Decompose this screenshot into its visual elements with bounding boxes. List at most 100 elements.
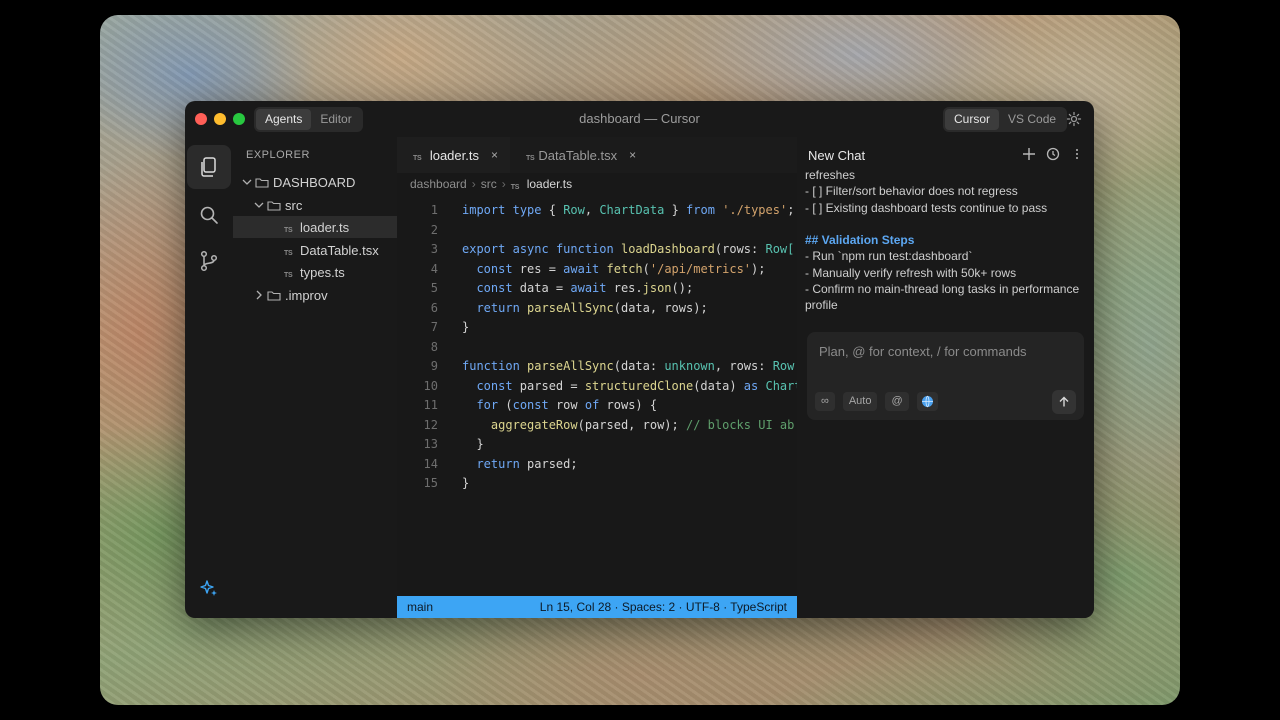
line-number: 7 bbox=[430, 320, 438, 334]
folder-icon bbox=[267, 200, 281, 211]
breadcrumb-root[interactable]: dashboard bbox=[410, 177, 467, 191]
tree-file-types[interactable]: TS types.ts bbox=[233, 261, 397, 283]
status-info[interactable]: Ln 15, Col 28 · Spaces: 2 · UTF-8 · Type… bbox=[540, 600, 787, 614]
chat-title: New Chat bbox=[808, 148, 866, 163]
editor-tabs: TS loader.ts × TS DataTable.tsx × bbox=[397, 137, 797, 173]
line-number: 5 bbox=[430, 281, 438, 295]
code-token: of bbox=[584, 398, 600, 412]
cursor-mode-button[interactable]: Cursor bbox=[945, 109, 1000, 130]
code-token: , rows: bbox=[714, 359, 773, 373]
code-token: unknown bbox=[664, 359, 715, 373]
tab-label: DataTable.tsx bbox=[538, 147, 618, 163]
chat-line: - [ ] Existing dashboard tests continue … bbox=[805, 200, 1048, 215]
agents-mode-button[interactable]: Agents bbox=[256, 109, 312, 130]
line-number: 11 bbox=[423, 398, 438, 412]
tree-folder-src[interactable]: src bbox=[233, 194, 397, 216]
plus-icon[interactable] bbox=[1022, 147, 1036, 161]
chat-line: - Confirm no main-thread long tasks in p… bbox=[805, 282, 1080, 313]
status-bar: main Ln 15, Col 28 · Spaces: 2 · UTF-8 ·… bbox=[397, 596, 797, 618]
history-icon[interactable] bbox=[1046, 147, 1060, 161]
close-icon[interactable]: × bbox=[629, 148, 636, 162]
git-branch[interactable]: main bbox=[407, 600, 433, 614]
tree-file-loader[interactable]: TS loader.ts bbox=[233, 216, 397, 238]
code-token: ; bbox=[787, 203, 795, 217]
breadcrumb-separator: › bbox=[501, 177, 506, 191]
mention-button[interactable]: @ bbox=[885, 392, 909, 411]
search-icon[interactable] bbox=[187, 193, 231, 237]
code-token: } bbox=[462, 476, 470, 490]
chevron-down-icon bbox=[254, 202, 264, 208]
model-auto-button[interactable]: Auto bbox=[842, 392, 878, 411]
globe-icon[interactable] bbox=[916, 392, 938, 411]
title-bar: Agents Editor dashboard — Cursor Cursor … bbox=[185, 101, 1094, 137]
close-window-button[interactable] bbox=[195, 113, 207, 125]
tree-file-datatable[interactable]: TS DataTable.tsx bbox=[233, 239, 397, 261]
mode-switch: Agents Editor bbox=[254, 107, 363, 132]
code-editor: TS loader.ts × TS DataTable.tsx × dashbo… bbox=[397, 137, 797, 618]
editor-mode-button[interactable]: Editor bbox=[311, 109, 360, 130]
code-token: rows) { bbox=[599, 398, 658, 412]
tree-label: types.ts bbox=[300, 264, 345, 280]
line-number: 6 bbox=[430, 300, 438, 315]
zoom-window-button[interactable] bbox=[233, 113, 245, 125]
line-number: 9 bbox=[430, 359, 438, 373]
code-token: res. bbox=[606, 281, 643, 295]
chevron-down-icon bbox=[242, 179, 252, 185]
code-token: } bbox=[664, 203, 687, 217]
breadcrumb-folder[interactable]: src bbox=[481, 177, 497, 191]
code-area[interactable]: 1 import type { Row, ChartData } from './… bbox=[397, 201, 797, 591]
code-token: function bbox=[462, 359, 520, 373]
tab-loader-ts[interactable]: TS loader.ts × bbox=[397, 137, 510, 173]
gear-icon[interactable] bbox=[1065, 110, 1083, 128]
code-token: async bbox=[512, 242, 549, 256]
code-token: json bbox=[642, 281, 672, 295]
code-token: '/api/metrics' bbox=[649, 261, 752, 276]
source-control-icon[interactable] bbox=[187, 239, 231, 283]
code-token: data = bbox=[512, 281, 571, 295]
chat-input[interactable]: Plan, @ for context, / for commands ∞ Au… bbox=[807, 332, 1084, 420]
code-token: await bbox=[563, 261, 600, 276]
tab-label: loader.ts bbox=[429, 147, 479, 163]
minimize-window-button[interactable] bbox=[214, 113, 226, 125]
line-number: 1 bbox=[430, 203, 438, 217]
vscode-mode-button[interactable]: VS Code bbox=[999, 109, 1065, 130]
close-icon[interactable]: × bbox=[491, 148, 498, 162]
chat-input-toolbar: ∞ Auto @ bbox=[815, 392, 938, 411]
code-token: , bbox=[584, 203, 600, 217]
folder-icon bbox=[255, 177, 269, 188]
code-token: } bbox=[462, 320, 470, 334]
code-token: type bbox=[512, 203, 542, 217]
code-token: (data: bbox=[613, 359, 665, 373]
line-number: 8 bbox=[430, 339, 438, 354]
tree-label: .improv bbox=[285, 287, 328, 303]
code-token: import bbox=[462, 203, 506, 217]
agent-mode-button[interactable]: ∞ bbox=[815, 392, 835, 411]
tree-folder-dashboard[interactable]: DASHBOARD bbox=[233, 171, 397, 193]
line-number: 13 bbox=[423, 437, 438, 451]
more-icon[interactable] bbox=[1070, 147, 1084, 161]
code-token: const bbox=[512, 398, 549, 412]
code-token: const bbox=[476, 378, 513, 393]
code-token: aggregateRow bbox=[490, 417, 578, 432]
sparkle-agent-icon[interactable] bbox=[187, 566, 231, 610]
tab-datatable-tsx[interactable]: TS DataTable.tsx × bbox=[510, 137, 643, 173]
send-button[interactable] bbox=[1052, 390, 1076, 414]
code-token: (parsed, row); bbox=[577, 417, 686, 432]
code-token: { bbox=[541, 203, 564, 217]
chat-heading: ## Validation Steps bbox=[805, 233, 915, 248]
explorer-icon[interactable] bbox=[187, 145, 231, 189]
tree-label: DataTable.tsx bbox=[300, 242, 379, 258]
breadcrumb-separator: › bbox=[471, 177, 476, 191]
code-token: parsed = bbox=[512, 378, 585, 393]
app-window: Agents Editor dashboard — Cursor Cursor … bbox=[185, 101, 1094, 618]
breadcrumb-file[interactable]: loader.ts bbox=[527, 177, 572, 191]
code-token: fetch bbox=[606, 261, 643, 276]
code-token: (data, rows); bbox=[613, 300, 708, 315]
tree-folder-improv[interactable]: .improv bbox=[233, 284, 397, 306]
